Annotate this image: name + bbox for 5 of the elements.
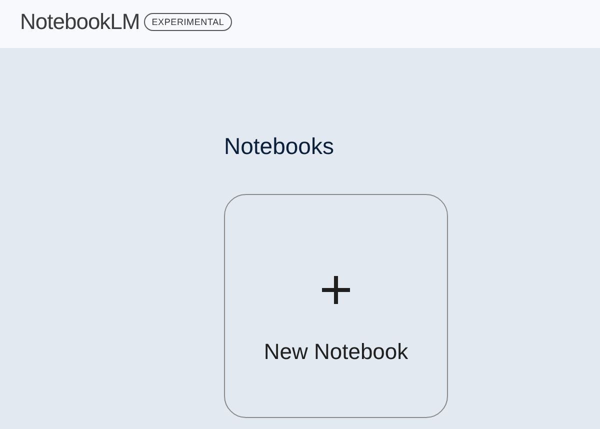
plus-icon <box>321 275 351 305</box>
new-notebook-button[interactable]: New Notebook <box>224 194 448 418</box>
app-logo: NotebookLM <box>20 9 140 35</box>
section-title: Notebooks <box>224 132 335 160</box>
experimental-badge: EXPERIMENTAL <box>144 13 232 31</box>
